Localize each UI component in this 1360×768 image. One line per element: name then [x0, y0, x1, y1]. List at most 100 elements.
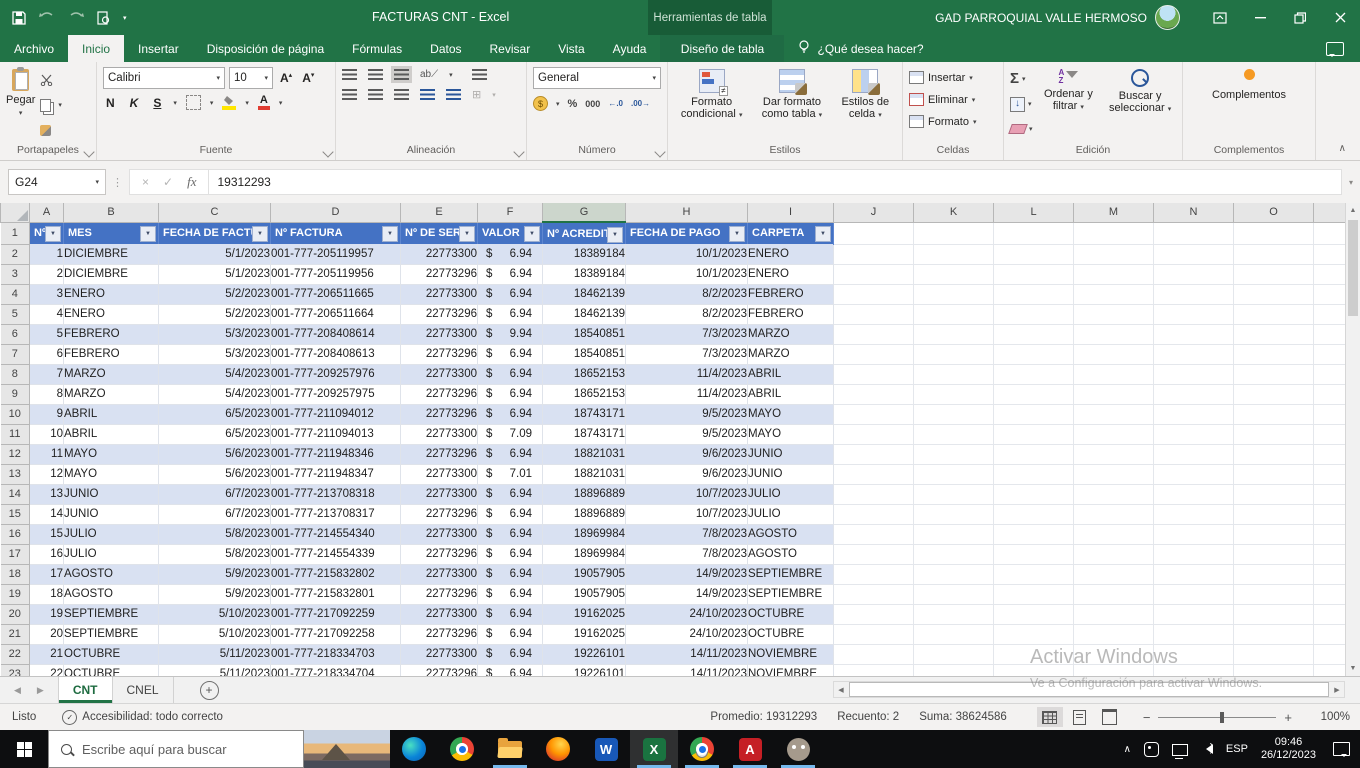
cell[interactable] [994, 624, 1074, 644]
cell[interactable] [1234, 344, 1314, 364]
table-header-cell[interactable]: Nº ACREDIT▼ [543, 222, 626, 244]
filter-dropdown-icon[interactable]: ▼ [607, 227, 623, 243]
cell[interactable] [914, 584, 994, 604]
cell[interactable]: 22773300 [401, 524, 478, 544]
cell[interactable]: $9.94 [478, 324, 543, 344]
cell[interactable] [914, 604, 994, 624]
cell[interactable] [1154, 524, 1234, 544]
cell[interactable] [914, 624, 994, 644]
cell[interactable] [1234, 404, 1314, 424]
cell[interactable] [834, 244, 914, 264]
cell[interactable]: 18540851 [543, 324, 626, 344]
cell[interactable] [834, 544, 914, 564]
cell[interactable] [994, 404, 1074, 424]
cell[interactable] [1154, 444, 1234, 464]
align-right-icon[interactable] [394, 89, 409, 100]
cell[interactable] [1074, 364, 1154, 384]
row-header[interactable]: 17 [1, 544, 30, 564]
cell[interactable]: ENERO [748, 264, 834, 284]
cell[interactable]: 12 [30, 464, 64, 484]
cell[interactable]: 22773296 [401, 624, 478, 644]
cell[interactable] [1074, 584, 1154, 604]
cell[interactable]: ABRIL [748, 384, 834, 404]
table-header-cell[interactable]: Nº DE SERV▼ [401, 222, 478, 244]
cell[interactable]: ABRIL [64, 404, 159, 424]
cell[interactable] [834, 664, 914, 676]
cell[interactable]: $6.94 [478, 624, 543, 644]
cell[interactable] [1314, 244, 1346, 264]
taskbar-search-input[interactable]: Escribe aquí para buscar [48, 730, 304, 768]
cell[interactable]: $6.94 [478, 364, 543, 384]
name-box[interactable]: G24▾ [8, 169, 106, 195]
cell[interactable] [834, 504, 914, 524]
row-header[interactable]: 14 [1, 484, 30, 504]
cell[interactable] [1154, 564, 1234, 584]
cell[interactable] [914, 664, 994, 676]
cell[interactable]: FEBRERO [748, 304, 834, 324]
cell[interactable]: 001-777-211094012 [271, 404, 401, 424]
column-header-i[interactable]: I [748, 203, 834, 222]
cell[interactable] [1074, 484, 1154, 504]
cell[interactable]: 14/11/2023 [626, 644, 748, 664]
cell[interactable]: 14 [30, 504, 64, 524]
cell[interactable] [914, 444, 994, 464]
cell[interactable] [994, 344, 1074, 364]
decrease-indent-icon[interactable] [420, 89, 435, 100]
save-icon[interactable] [12, 11, 26, 25]
cell[interactable]: 001-777-211094013 [271, 424, 401, 444]
cell[interactable]: 001-777-208408614 [271, 324, 401, 344]
cell[interactable]: 001-777-217092258 [271, 624, 401, 644]
table-header-cell[interactable]: VALOR▼ [478, 222, 543, 244]
cell[interactable]: 18969984 [543, 524, 626, 544]
cell[interactable] [1234, 424, 1314, 444]
tab-datos[interactable]: Datos [416, 35, 475, 62]
cell[interactable] [1154, 344, 1234, 364]
cell[interactable]: MAYO [748, 424, 834, 444]
cell[interactable]: 5/9/2023 [159, 584, 271, 604]
cell[interactable] [834, 384, 914, 404]
cancel-icon[interactable]: × [142, 175, 149, 189]
row-header[interactable]: 18 [1, 564, 30, 584]
cut-button[interactable] [40, 70, 62, 90]
filter-dropdown-icon[interactable]: ▼ [524, 226, 540, 242]
cell[interactable]: 4 [30, 304, 64, 324]
cell[interactable]: 22773296 [401, 384, 478, 404]
cell[interactable] [1154, 544, 1234, 564]
table-header-cell[interactable]: FECHA DE FACTU▼ [159, 222, 271, 244]
cell[interactable] [834, 324, 914, 344]
cell[interactable]: JUNIO [64, 484, 159, 504]
cell[interactable]: AGOSTO [748, 524, 834, 544]
cell[interactable]: 6/7/2023 [159, 504, 271, 524]
cell[interactable] [914, 222, 994, 244]
action-center-icon[interactable] [1333, 742, 1350, 756]
cell[interactable]: $6.94 [478, 664, 543, 676]
cell[interactable]: 5/11/2023 [159, 644, 271, 664]
cell[interactable]: 10/1/2023 [626, 264, 748, 284]
decrease-font-icon[interactable]: A▾ [299, 71, 317, 85]
align-top-icon[interactable] [342, 69, 357, 80]
addins-button[interactable]: Complementos [1194, 67, 1304, 143]
cell[interactable] [1234, 222, 1314, 244]
row-header[interactable]: 13 [1, 464, 30, 484]
format-cells-button[interactable]: Formato▾ [909, 111, 997, 132]
row-header[interactable]: 1 [1, 222, 30, 244]
cell[interactable] [994, 222, 1074, 244]
cell[interactable]: $7.09 [478, 424, 543, 444]
cell[interactable] [1314, 564, 1346, 584]
cell[interactable] [994, 464, 1074, 484]
row-header[interactable]: 19 [1, 584, 30, 604]
row-header[interactable]: 6 [1, 324, 30, 344]
row-header[interactable]: 15 [1, 504, 30, 524]
cell[interactable]: 22773296 [401, 404, 478, 424]
autosum-button[interactable]: Σ▾ [1010, 69, 1033, 89]
cell[interactable]: MAYO [748, 404, 834, 424]
cell[interactable]: 1 [30, 244, 64, 264]
taskbar-app-file-explorer[interactable] [486, 730, 534, 768]
cell[interactable] [1154, 464, 1234, 484]
cell[interactable]: $6.94 [478, 284, 543, 304]
row-header[interactable]: 20 [1, 604, 30, 624]
cell[interactable]: 19226101 [543, 664, 626, 676]
tab-vista[interactable]: Vista [544, 35, 598, 62]
cell[interactable] [1074, 424, 1154, 444]
row-header[interactable]: 5 [1, 304, 30, 324]
